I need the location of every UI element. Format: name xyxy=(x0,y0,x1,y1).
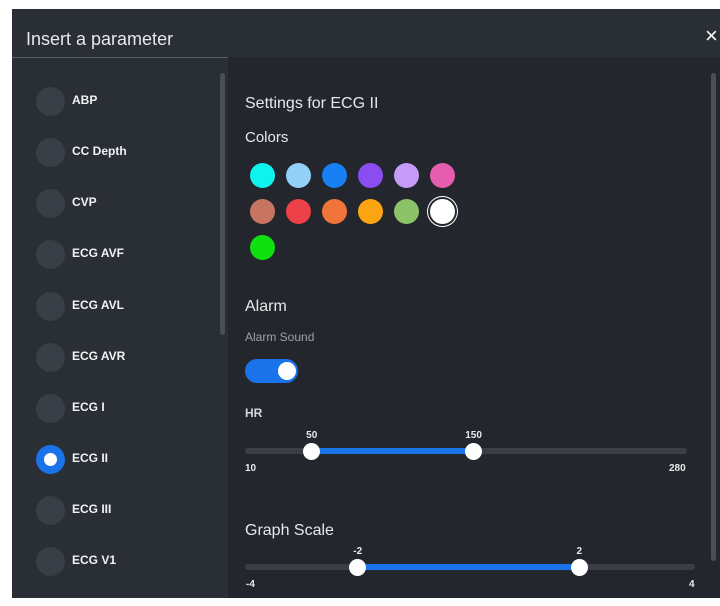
color-swatch-blue[interactable] xyxy=(322,163,347,188)
color-swatch-amber[interactable] xyxy=(358,199,383,224)
parameter-label: ECG AVF xyxy=(72,246,125,260)
parameter-item-ecg-v1[interactable]: ECG V1 xyxy=(36,547,216,577)
radio-button[interactable] xyxy=(36,394,65,423)
parameter-item-cc-depth[interactable]: CC Depth xyxy=(36,138,216,168)
parameter-list-scrollbar[interactable] xyxy=(220,73,225,335)
toggle-knob xyxy=(278,362,296,380)
parameter-item-cvp[interactable]: CVP xyxy=(36,189,216,219)
graph-scale-high-value: 2 xyxy=(576,546,583,557)
hr-label: HR xyxy=(245,406,263,420)
radio-button[interactable] xyxy=(36,138,65,167)
color-swatch-bright-green[interactable] xyxy=(250,235,275,260)
dialog-titlebar: Insert a parameter × xyxy=(12,9,720,58)
color-swatch-purple[interactable] xyxy=(358,163,383,188)
graph-scale-heading: Graph Scale xyxy=(245,522,334,539)
parameter-item-ecg-i[interactable]: ECG I xyxy=(36,394,216,424)
radio-button[interactable] xyxy=(36,496,65,525)
color-swatch-white[interactable] xyxy=(430,199,455,224)
radio-button-selected[interactable] xyxy=(36,445,65,474)
parameter-label: ECG III xyxy=(72,502,112,516)
alarm-sound-toggle[interactable] xyxy=(245,359,298,383)
parameter-item-ecg-avf[interactable]: ECG AVF xyxy=(36,240,216,270)
radio-button[interactable] xyxy=(36,292,65,321)
parameter-list: ABP CC Depth CVP ECG AVF ECG AVL ECG AVR… xyxy=(12,57,222,598)
radio-button[interactable] xyxy=(36,547,65,576)
parameter-item-ecg-avl[interactable]: ECG AVL xyxy=(36,292,216,322)
hr-high-value: 150 xyxy=(465,430,482,441)
hr-slider-fill xyxy=(311,448,474,454)
alarm-heading: Alarm xyxy=(245,298,287,315)
color-swatch-orange[interactable] xyxy=(322,199,347,224)
radio-button[interactable] xyxy=(36,189,65,218)
graph-scale-min-label: -4 xyxy=(246,579,255,590)
settings-scrollbar[interactable] xyxy=(711,73,716,561)
color-swatch-cyan[interactable] xyxy=(250,163,275,188)
graph-scale-high-thumb[interactable] xyxy=(570,559,588,576)
alarm-sound-label: Alarm Sound xyxy=(245,330,315,344)
parameter-label: ABP xyxy=(72,93,98,107)
parameter-label: CVP xyxy=(72,195,97,209)
parameter-label: ECG II xyxy=(72,451,109,465)
settings-title: Settings for ECG II xyxy=(245,95,379,112)
color-swatch-pink[interactable] xyxy=(430,163,455,188)
parameter-item-abp[interactable]: ABP xyxy=(36,87,216,117)
parameter-label: ECG AVL xyxy=(72,298,125,312)
parameter-item-ecg-iii[interactable]: ECG III xyxy=(36,496,216,526)
graph-scale-low-value: -2 xyxy=(353,546,363,557)
graph-scale-max-label: 4 xyxy=(689,579,695,590)
radio-button[interactable] xyxy=(36,87,65,116)
colors-heading: Colors xyxy=(245,129,289,146)
hr-max-label: 280 xyxy=(669,463,686,474)
color-swatch-green[interactable] xyxy=(394,199,419,224)
parameter-item-ecg-ii[interactable]: ECG II xyxy=(36,445,216,475)
color-swatch-brown[interactable] xyxy=(250,199,275,224)
hr-high-thumb[interactable] xyxy=(465,443,483,460)
parameter-item-ecg-avr[interactable]: ECG AVR xyxy=(36,343,216,373)
settings-panel xyxy=(228,57,720,598)
hr-min-label: 10 xyxy=(245,463,257,474)
color-swatch-lavender[interactable] xyxy=(394,163,419,188)
parameter-label: ECG AVR xyxy=(72,349,126,363)
color-swatch-red[interactable] xyxy=(286,199,311,224)
parameter-label: ECG I xyxy=(72,400,105,414)
parameter-label: CC Depth xyxy=(72,144,127,158)
radio-button[interactable] xyxy=(36,343,65,372)
close-icon[interactable]: × xyxy=(705,25,718,47)
hr-low-value: 50 xyxy=(306,430,318,441)
dialog-title: Insert a parameter xyxy=(26,29,174,49)
radio-button[interactable] xyxy=(36,240,65,269)
parameter-label: ECG V1 xyxy=(72,553,117,567)
color-swatch-light-blue[interactable] xyxy=(286,163,311,188)
graph-scale-slider-fill xyxy=(357,564,580,570)
